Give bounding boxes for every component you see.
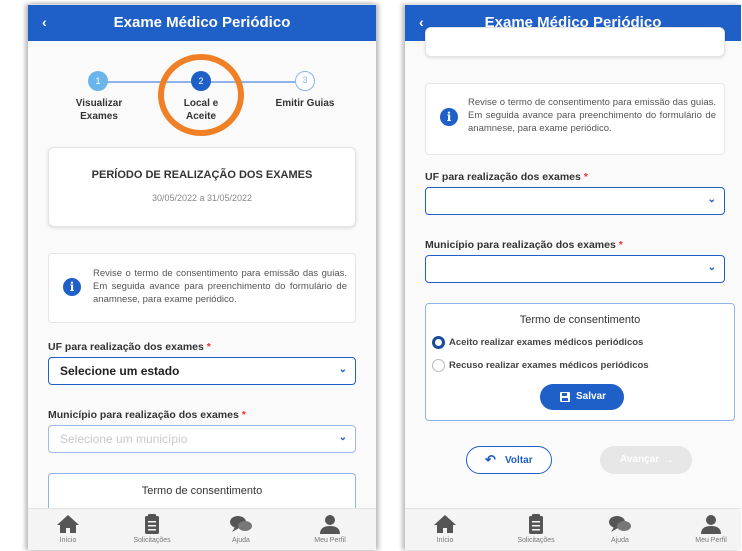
- clipboard-icon: [529, 514, 543, 534]
- step-3-label: Emitir Guias: [275, 98, 335, 109]
- tab-inicio[interactable]: Início: [38, 513, 98, 544]
- page-title: Exame Médico Periódico: [113, 14, 291, 31]
- chevron-down-icon: ⌄: [338, 364, 347, 375]
- consent-refuse-label[interactable]: Recuso realizar exames médicos periódico…: [449, 360, 649, 371]
- municipio-select[interactable]: ⌄: [425, 255, 725, 283]
- tab-inicio[interactable]: Início: [415, 513, 475, 544]
- home-icon: [57, 515, 79, 533]
- municipio-select[interactable]: Selecione um município ⌄: [48, 425, 356, 453]
- tab-meu-perfil[interactable]: Meu Perfil: [681, 513, 741, 544]
- chevron-down-icon: ⌄: [338, 432, 347, 443]
- period-dates: 30/05/2022 a 31/05/2022: [151, 193, 253, 203]
- save-icon: [560, 392, 570, 402]
- tab-bar: Início Solicitações Ajuda Meu Perfil: [405, 508, 741, 550]
- consent-title: Termo de consentimento: [519, 314, 641, 326]
- voltar-button[interactable]: ↶ Voltar: [466, 446, 552, 474]
- user-icon: [701, 515, 721, 534]
- info-box: i Revise o termo de consentimento para e…: [425, 83, 725, 155]
- undo-icon: ↶: [485, 452, 496, 467]
- consent-box: Termo de consentimento Aceito realizar e…: [425, 303, 735, 421]
- uf-select[interactable]: ⌄: [425, 187, 725, 215]
- info-text: Revise o termo de consentimento para emi…: [93, 268, 347, 305]
- user-icon: [320, 515, 340, 534]
- save-button[interactable]: Salvar: [540, 384, 624, 410]
- tab-meu-perfil[interactable]: Meu Perfil: [300, 513, 360, 544]
- highlight-circle: [158, 54, 244, 136]
- municipio-label: Município para realização dos exames *: [425, 239, 623, 251]
- save-button-label: Salvar: [576, 391, 607, 402]
- screen-left: ‹ Exame Médico Periódico 1 2 3 Visualiza…: [28, 4, 376, 550]
- info-box: i Revise o termo de consentimento para e…: [48, 253, 356, 323]
- tab-bar: Início Solicitações Ajuda Meu Perfil: [28, 508, 376, 550]
- avancar-button[interactable]: Avançar →: [600, 446, 692, 474]
- app-header: ‹ Exame Médico Periódico: [28, 5, 376, 41]
- clipboard-icon: [145, 514, 159, 534]
- step-1-dot[interactable]: 1: [88, 71, 108, 91]
- step-3-dot[interactable]: 3: [295, 71, 315, 91]
- screen-right: ‹ Exame Médico Periódico i Revise o term…: [405, 4, 741, 550]
- tab-solicitacoes[interactable]: Solicitações: [506, 513, 566, 544]
- period-card-partial: [425, 27, 725, 57]
- uf-label: UF para realização dos exames *: [425, 171, 588, 183]
- chevron-down-icon: ⌄: [707, 194, 716, 205]
- avancar-button-label: Avançar: [620, 454, 660, 465]
- municipio-label: Município para realização dos exames *: [48, 409, 246, 421]
- tab-ajuda[interactable]: Ajuda: [211, 513, 271, 544]
- arrow-right-icon: →: [662, 452, 674, 466]
- voltar-button-label: Voltar: [505, 455, 533, 466]
- info-text: Revise o termo de consentimento para emi…: [468, 97, 716, 134]
- consent-title: Termo de consentimento: [141, 485, 263, 497]
- municipio-select-placeholder: Selecione um município: [60, 432, 188, 446]
- chevron-down-icon: ⌄: [707, 262, 716, 273]
- chat-icon: [609, 516, 631, 532]
- period-card: PERÍODO DE REALIZAÇÃO DOS EXAMES 30/05/2…: [48, 147, 356, 227]
- tab-ajuda[interactable]: Ajuda: [590, 513, 650, 544]
- uf-select[interactable]: Selecione um estado ⌄: [48, 357, 356, 385]
- consent-accept-label[interactable]: Aceito realizar exames médicos periódico…: [449, 337, 643, 348]
- period-title: PERÍODO DE REALIZAÇÃO DOS EXAMES: [91, 169, 313, 181]
- uf-select-value: Selecione um estado: [60, 364, 180, 378]
- tab-solicitacoes[interactable]: Solicitações: [122, 513, 182, 544]
- consent-accept-radio[interactable]: [432, 336, 445, 349]
- info-icon: i: [440, 108, 458, 126]
- uf-label: UF para realização dos exames *: [48, 341, 211, 353]
- step-1-label: Visualizar Exames: [75, 98, 123, 122]
- info-icon: i: [63, 278, 81, 296]
- consent-refuse-radio[interactable]: [432, 359, 445, 372]
- chat-icon: [230, 516, 252, 532]
- home-icon: [434, 515, 456, 533]
